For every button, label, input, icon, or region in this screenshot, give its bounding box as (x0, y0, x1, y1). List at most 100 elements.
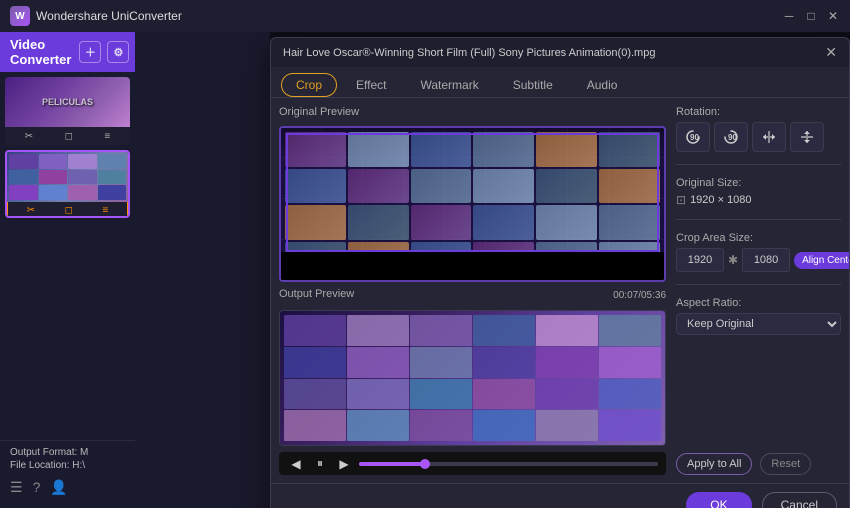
rotation-buttons: 90 90 (676, 122, 841, 152)
tab-effect[interactable]: Effect (341, 73, 401, 97)
sidebar-footer-icons: ☰ ? 👤 (10, 473, 125, 502)
cut-icon-2[interactable]: ✂ (27, 205, 35, 216)
dialog-close-button[interactable]: ✕ (825, 44, 837, 61)
film-cell (348, 169, 409, 204)
sidebar: Video Converter ＋ ⚙ PELICULAS ✂ ◻ ≡ (0, 32, 135, 508)
film-cell (285, 169, 346, 204)
ok-button[interactable]: OK (686, 492, 751, 508)
cut-icon-1[interactable]: ✂ (25, 131, 33, 142)
crop-width-input[interactable] (676, 248, 724, 272)
film-cell (599, 169, 660, 204)
original-size-section: Original Size: ⊡ 1920 × 1080 (676, 177, 841, 207)
rotation-label: Rotation: (676, 106, 841, 118)
file-thumb-2[interactable]: ✂ ◻ ≡ (5, 150, 130, 218)
settings-icon[interactable]: ⚙ (107, 41, 129, 63)
divider-3 (676, 284, 841, 285)
preview-area: Original Preview (279, 106, 666, 475)
pause-icon[interactable]: ⏸ (311, 456, 329, 471)
progress-fill (359, 462, 425, 466)
tab-subtitle[interactable]: Subtitle (498, 73, 568, 97)
menu-icon-2[interactable]: ≡ (102, 205, 108, 216)
close-icon[interactable]: ✕ (826, 9, 840, 23)
file-list: PELICULAS ✂ ◻ ≡ (0, 72, 135, 440)
dialog-overlay: Hair Love Oscar®-Winning Short Film (Ful… (270, 32, 850, 508)
output-format-label: Output Format: (10, 447, 77, 458)
menu-icon-1[interactable]: ≡ (104, 131, 110, 142)
app-logo: W Wondershare UniConverter (10, 6, 182, 26)
thumb-controls-2: ✂ ◻ ≡ (7, 202, 128, 218)
film-cell (411, 169, 472, 204)
maximize-icon[interactable]: □ (804, 9, 818, 23)
play-back-icon[interactable]: ◀ (287, 457, 305, 471)
sidebar-header-icons: ＋ ⚙ (79, 41, 129, 63)
crop-area-section: Crop Area Size: ✱ Align Center (676, 232, 841, 272)
video-controls: ◀ ⏸ ▶ (279, 452, 666, 475)
original-size-value-row: ⊡ 1920 × 1080 (676, 193, 841, 207)
tab-watermark[interactable]: Watermark (405, 73, 493, 97)
film-cell (536, 205, 597, 240)
film-cell (599, 132, 660, 167)
flip-horizontal-button[interactable] (752, 122, 786, 152)
file-thumb-1[interactable]: PELICULAS ✂ ◻ ≡ (5, 77, 130, 145)
crop-area-label: Crop Area Size: (676, 232, 841, 244)
sidebar-header: Video Converter ＋ ⚙ (0, 32, 135, 72)
rotate-right-button[interactable]: 90 (714, 122, 748, 152)
logo-icon: W (10, 6, 30, 26)
dialog-content: Original Preview (271, 98, 849, 483)
film-cell (473, 169, 534, 204)
time-indicator: 00:07/05:36 (613, 290, 666, 301)
bookmark-icon[interactable]: ☰ (10, 479, 23, 496)
action-buttons: Apply to All Reset (676, 453, 841, 475)
output-preview-label: Output Preview (279, 288, 354, 300)
reset-button[interactable]: Reset (760, 453, 811, 475)
play-forward-icon[interactable]: ▶ (335, 457, 353, 471)
apply-to-all-button[interactable]: Apply to All (676, 453, 752, 475)
profile-icon[interactable]: 👤 (50, 479, 67, 496)
tab-audio[interactable]: Audio (572, 73, 633, 97)
crop-height-input[interactable] (742, 248, 790, 272)
align-center-button[interactable]: Align Center (794, 252, 849, 269)
film-cell (599, 205, 660, 240)
minimize-icon[interactable]: ─ (782, 9, 796, 23)
cancel-button[interactable]: Cancel (762, 492, 837, 508)
film-cell (411, 132, 472, 167)
film-cell (473, 132, 534, 167)
film-cell (348, 132, 409, 167)
flip-vertical-button[interactable] (790, 122, 824, 152)
thumb-image-2 (7, 152, 128, 202)
crop-dialog: Hair Love Oscar®-Winning Short Film (Ful… (270, 37, 850, 508)
svg-text:90: 90 (690, 133, 699, 142)
window-controls[interactable]: ─ □ ✕ (782, 9, 840, 23)
dialog-titlebar: Hair Love Oscar®-Winning Short Film (Ful… (271, 38, 849, 67)
add-file-icon[interactable]: ＋ (79, 41, 101, 63)
rotate-left-button[interactable]: 90 (676, 122, 710, 152)
progress-dot (420, 459, 430, 469)
original-size-label: Original Size: (676, 177, 841, 189)
crop-inputs: ✱ Align Center (676, 248, 841, 272)
original-preview-box (279, 126, 666, 282)
film-cell (473, 205, 534, 240)
copy-icon-1[interactable]: ◻ (65, 131, 73, 142)
original-size-value: 1920 × 1080 (690, 194, 751, 206)
preview-black-bar (281, 252, 664, 280)
help-icon[interactable]: ? (33, 479, 41, 496)
file-location-value: H:\ (72, 460, 85, 471)
output-preview-box (279, 310, 666, 446)
film-cell (285, 205, 346, 240)
rotation-section: Rotation: 90 (676, 106, 841, 152)
file-location-row: File Location: H:\ (10, 460, 125, 471)
copy-icon-2[interactable]: ◻ (65, 205, 73, 216)
aspect-ratio-select[interactable]: Keep Original 16:9 4:3 1:1 (676, 313, 841, 335)
output-format-row: Output Format: M (10, 447, 125, 458)
divider-1 (676, 164, 841, 165)
film-cell (411, 205, 472, 240)
app-title: Wondershare UniConverter (36, 9, 182, 23)
output-preview-header: Output Preview 00:07/05:36 (279, 288, 666, 302)
film-cell (285, 132, 346, 167)
output-format-value: M (80, 447, 88, 458)
crop-separator: ✱ (728, 253, 738, 267)
right-panel: Rotation: 90 (676, 106, 841, 475)
tab-crop[interactable]: Crop (281, 73, 337, 97)
progress-bar[interactable] (359, 462, 658, 466)
sidebar-bottom: Output Format: M File Location: H:\ ☰ ? … (0, 440, 135, 508)
